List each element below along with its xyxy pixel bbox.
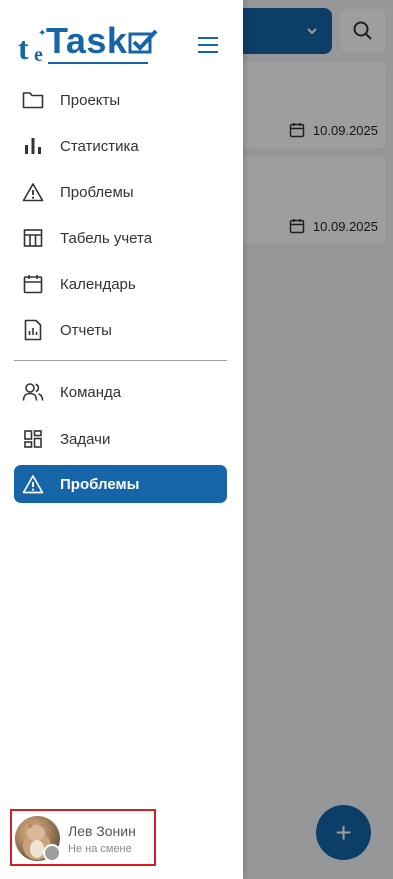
calendar-icon — [22, 273, 44, 295]
nav-item-problems-active[interactable]: Проблемы — [14, 465, 227, 503]
nav-item-statistics[interactable]: Статистика — [14, 127, 227, 165]
logo-wordmark: Task — [46, 20, 128, 61]
dashboard-icon — [22, 428, 44, 450]
user-profile[interactable]: Лев Зонин Не на смене — [10, 809, 156, 866]
hamburger-line — [198, 51, 218, 53]
menu-toggle-button[interactable] — [196, 32, 222, 58]
nav-item-timesheet[interactable]: Табель учета — [14, 219, 227, 257]
report-icon — [22, 319, 44, 341]
nav-item-problems[interactable]: Проблемы — [14, 173, 227, 211]
nav-item-reports[interactable]: Отчеты — [14, 311, 227, 349]
nav-label: Проблемы — [60, 183, 134, 201]
bar-chart-icon — [22, 135, 44, 157]
logo-letter-e: e — [34, 44, 43, 66]
nav-label: Команда — [60, 383, 122, 401]
nav-label: Статистика — [60, 137, 139, 155]
app-logo: t e ✦ Task — [18, 20, 160, 68]
nav-item-projects[interactable]: Проекты — [14, 81, 227, 119]
checkbox-icon — [128, 29, 158, 54]
warning-icon — [22, 181, 44, 203]
hamburger-line — [198, 44, 218, 46]
nav-label: Табель учета — [60, 229, 153, 247]
nav-label: Календарь — [60, 275, 136, 293]
navigation-drawer: t e ✦ Task Проекты Статистика Проблемы Т… — [0, 0, 243, 879]
hamburger-icon — [198, 37, 218, 39]
user-name: Лев Зонин — [68, 823, 136, 839]
nav-item-team[interactable]: Команда — [14, 373, 227, 411]
warning-icon — [22, 473, 44, 495]
nav-divider — [14, 360, 227, 361]
logo-letter-t: t — [18, 30, 29, 66]
table-icon — [22, 227, 44, 249]
nav-label: Задачи — [60, 430, 111, 448]
nav-label: Проекты — [60, 91, 121, 109]
folder-icon — [22, 89, 44, 111]
logo-underline — [48, 62, 148, 64]
nav-label: Отчеты — [60, 321, 112, 339]
nav-item-tasks[interactable]: Задачи — [14, 420, 227, 458]
user-status: Не на смене — [68, 843, 132, 855]
team-icon — [22, 381, 44, 403]
nav-item-calendar[interactable]: Календарь — [14, 265, 227, 303]
nav-label: Проблемы — [60, 475, 140, 493]
status-indicator — [43, 844, 61, 862]
